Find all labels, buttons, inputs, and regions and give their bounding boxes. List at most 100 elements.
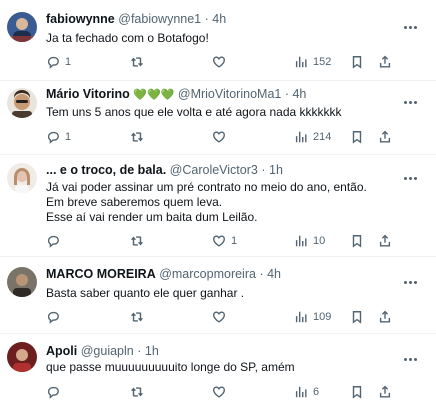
avatar[interactable] xyxy=(7,12,37,42)
tweet-text: que passe muuuuuuuuuito longe do SP, amé… xyxy=(46,360,416,375)
tweet-text-line: que passe muuuuuuuuuito longe do SP, amé… xyxy=(46,360,295,374)
share-button[interactable] xyxy=(378,384,392,400)
tweet-text-line: Ja ta fechado com o Botafogo! xyxy=(46,31,209,45)
more-options-icon[interactable] xyxy=(404,167,422,180)
display-name[interactable]: Mário Vitorino xyxy=(46,87,130,101)
share-icon xyxy=(379,55,391,68)
avatar[interactable] xyxy=(7,163,37,193)
retweet-icon xyxy=(131,132,143,142)
timestamp[interactable]: 4h xyxy=(212,12,226,26)
more-options-icon[interactable] xyxy=(404,348,422,361)
retweet-icon xyxy=(131,57,143,67)
bookmark-icon xyxy=(352,386,362,399)
tweet-text: Ja ta fechado com o Botafogo! xyxy=(46,31,416,46)
tweet-text-line: Esse aí vai render um baita dum Leilão. xyxy=(46,210,258,224)
tweet-actions: 6 xyxy=(46,384,421,400)
timestamp[interactable]: 1h xyxy=(269,163,283,177)
avatar[interactable] xyxy=(7,342,37,372)
share-button[interactable] xyxy=(378,129,392,145)
more-options-icon[interactable] xyxy=(404,16,422,29)
share-button[interactable] xyxy=(378,54,392,70)
views-count: 214 xyxy=(313,131,332,143)
more-options-icon[interactable] xyxy=(404,91,422,104)
retweet-icon xyxy=(131,387,143,397)
retweet-button[interactable] xyxy=(130,384,149,400)
bookmark-icon xyxy=(352,131,362,144)
user-handle[interactable]: @fabiowynne1 xyxy=(118,12,201,26)
heart-icon xyxy=(213,386,225,398)
share-button[interactable] xyxy=(378,309,392,325)
views-icon xyxy=(295,386,307,398)
share-icon xyxy=(379,234,391,247)
timestamp[interactable]: 4h xyxy=(267,267,281,281)
display-name[interactable]: ... e o troco, de bala. xyxy=(46,163,166,177)
share-button[interactable] xyxy=(378,233,392,249)
tweet[interactable]: Apoli @guiapln · 1h que passe muuuuuuuuu… xyxy=(0,334,436,407)
views-count: 109 xyxy=(313,311,332,323)
reply-button[interactable] xyxy=(46,233,65,249)
display-name[interactable]: Apoli xyxy=(46,344,77,358)
retweet-button[interactable] xyxy=(130,129,149,145)
share-icon xyxy=(379,130,391,143)
bookmark-button[interactable] xyxy=(350,384,364,400)
bookmark-button[interactable] xyxy=(350,233,364,249)
like-button[interactable] xyxy=(212,309,231,325)
tweet-header: Mário Vitorino 💚💚💚 @MrioVitorinoMa1 · 4h xyxy=(46,87,306,103)
user-handle[interactable]: @MrioVitorinoMa1 xyxy=(178,87,281,101)
bookmark-button[interactable] xyxy=(350,54,364,70)
retweet-button[interactable] xyxy=(130,233,149,249)
retweet-button[interactable] xyxy=(130,309,149,325)
tweet[interactable]: MARCO MOREIRA @marcopmoreira · 4h Basta … xyxy=(0,257,436,333)
views-icon xyxy=(295,56,307,68)
user-handle[interactable]: @guiapln xyxy=(81,344,134,358)
heart-icon xyxy=(213,311,225,323)
views-button[interactable]: 152 xyxy=(294,54,331,70)
views-button[interactable]: 109 xyxy=(294,309,331,325)
reply-button[interactable] xyxy=(46,384,65,400)
tweet[interactable]: fabiowynne @fabiowynne1 · 4h Ja ta fecha… xyxy=(0,0,436,80)
tweet-header: fabiowynne @fabiowynne1 · 4h xyxy=(46,12,226,28)
avatar[interactable] xyxy=(7,88,37,118)
display-name[interactable]: MARCO MOREIRA xyxy=(46,267,156,281)
bookmark-button[interactable] xyxy=(350,129,364,145)
bookmark-button[interactable] xyxy=(350,309,364,325)
views-icon xyxy=(295,131,307,143)
tweet-actions: 1 152 xyxy=(46,54,421,70)
avatar[interactable] xyxy=(7,267,37,297)
views-count: 152 xyxy=(313,56,332,68)
reply-button[interactable] xyxy=(46,309,65,325)
tweet-actions: 1 214 xyxy=(46,129,421,145)
like-button[interactable] xyxy=(212,54,231,70)
tweet[interactable]: ... e o troco, de bala. @CaroleVictor3 ·… xyxy=(0,155,436,256)
user-handle[interactable]: @CaroleVictor3 xyxy=(170,163,258,177)
share-icon xyxy=(379,310,391,323)
separator-dot: · xyxy=(261,163,266,177)
views-button[interactable]: 214 xyxy=(294,129,331,145)
display-name[interactable]: fabiowynne xyxy=(46,12,115,26)
tweet-text: Tem uns 5 anos que ele volta e até agora… xyxy=(46,105,416,120)
heart-icon xyxy=(213,235,225,247)
views-button[interactable]: 6 xyxy=(294,384,319,400)
retweet-button[interactable] xyxy=(130,54,149,70)
views-button[interactable]: 10 xyxy=(294,233,325,249)
reply-button[interactable]: 1 xyxy=(46,129,71,145)
user-handle[interactable]: @marcopmoreira xyxy=(159,267,256,281)
like-button[interactable] xyxy=(212,129,231,145)
tweet[interactable]: Mário Vitorino 💚💚💚 @MrioVitorinoMa1 · 4h… xyxy=(0,81,436,154)
separator-dot: · xyxy=(259,267,264,281)
views-icon xyxy=(295,235,307,247)
timestamp[interactable]: 4h xyxy=(292,87,306,101)
timestamp[interactable]: 1h xyxy=(145,344,159,358)
views-icon xyxy=(295,311,307,323)
replies-feed: fabiowynne @fabiowynne1 · 4h Ja ta fecha… xyxy=(0,0,436,407)
heart-icon xyxy=(213,56,225,68)
bookmark-icon xyxy=(352,311,362,324)
reply-button[interactable]: 1 xyxy=(46,54,71,70)
reply-count: 1 xyxy=(65,56,72,68)
more-options-icon[interactable] xyxy=(404,271,422,284)
bookmark-icon xyxy=(352,56,362,69)
tweet-text: Basta saber quanto ele quer ganhar . xyxy=(46,286,416,301)
views-count: 6 xyxy=(313,386,320,398)
like-button[interactable]: 1 xyxy=(212,233,237,249)
like-button[interactable] xyxy=(212,384,231,400)
